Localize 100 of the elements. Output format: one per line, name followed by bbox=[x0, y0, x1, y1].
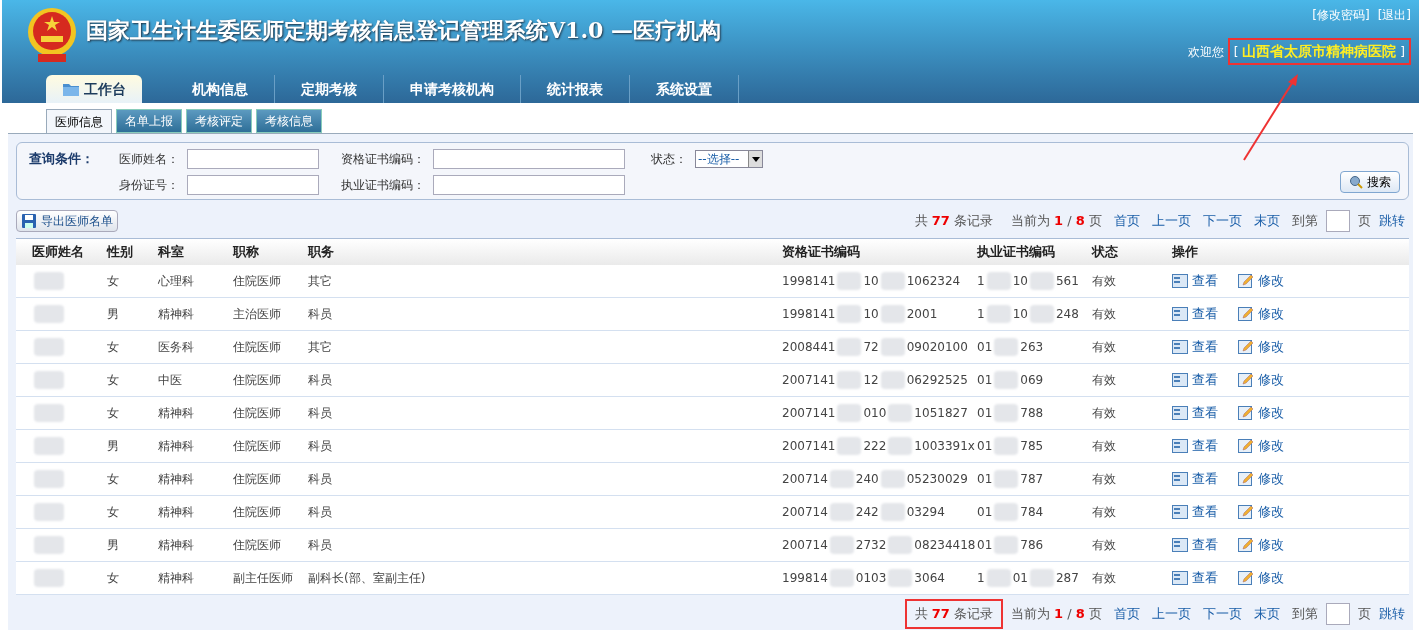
code-fragment: 1051827 bbox=[914, 405, 968, 422]
document-icon bbox=[1172, 538, 1188, 552]
table-cell-text: 男 bbox=[107, 438, 120, 455]
redaction-mark bbox=[888, 536, 913, 554]
view-link[interactable]: 查看 bbox=[1172, 271, 1218, 291]
redaction-mark bbox=[994, 404, 1019, 422]
edit-link[interactable]: 修改 bbox=[1238, 304, 1284, 324]
table-cell-text: 男 bbox=[107, 537, 120, 554]
bracket: ] bbox=[1400, 43, 1405, 61]
view-link[interactable]: 查看 bbox=[1172, 436, 1218, 456]
welcome-text: 欢迎您 bbox=[1187, 43, 1224, 61]
text-field[interactable] bbox=[433, 175, 625, 195]
table-cell-text: 精神科 bbox=[158, 438, 195, 455]
text-field[interactable] bbox=[433, 149, 625, 169]
nav-tab[interactable]: 机构信息 bbox=[166, 75, 275, 103]
code-fragment: 199814 bbox=[782, 570, 828, 587]
redaction-mark bbox=[34, 437, 64, 456]
nav-tab[interactable]: 定期考核 bbox=[275, 75, 384, 103]
edit-link[interactable]: 修改 bbox=[1238, 568, 1284, 588]
code-fragment: 12 bbox=[863, 372, 879, 389]
table-cell-text: 女 bbox=[107, 570, 120, 587]
table-cell-text: 有效 bbox=[1092, 306, 1117, 323]
goto-label: 到第 bbox=[1292, 605, 1318, 623]
edit-link[interactable]: 修改 bbox=[1238, 469, 1284, 489]
redaction-mark bbox=[34, 503, 64, 522]
table-cell-text: 科员 bbox=[308, 504, 333, 521]
redaction-mark bbox=[829, 503, 854, 521]
code-fragment: 10 bbox=[863, 306, 879, 323]
table-cell-text: 有效 bbox=[1092, 570, 1117, 587]
search-icon bbox=[1349, 175, 1363, 189]
page-input[interactable] bbox=[1326, 602, 1350, 625]
pager-link[interactable]: 上一页 bbox=[1152, 211, 1191, 231]
dropdown-icon bbox=[748, 151, 762, 167]
nav-tab[interactable]: 系统设置 bbox=[630, 75, 739, 103]
pager-link[interactable]: 末页 bbox=[1254, 604, 1280, 624]
pager-link[interactable]: 下一页 bbox=[1203, 604, 1242, 624]
table-cell-text: 医务科 bbox=[158, 339, 195, 356]
code-fragment: 1 bbox=[977, 273, 985, 290]
text-field[interactable] bbox=[187, 175, 319, 195]
redaction-mark bbox=[880, 470, 905, 488]
text-field[interactable] bbox=[187, 149, 319, 169]
table-cell-text: 女 bbox=[107, 405, 120, 422]
code-fragment: 08234418 bbox=[914, 537, 976, 554]
redaction-mark bbox=[34, 404, 64, 423]
pager-link[interactable]: 下一页 bbox=[1203, 211, 1242, 231]
edit-link[interactable]: 修改 bbox=[1238, 271, 1284, 291]
edit-link[interactable]: 修改 bbox=[1238, 403, 1284, 423]
table-cell-text: 中医 bbox=[158, 372, 183, 389]
view-link[interactable]: 查看 bbox=[1172, 403, 1218, 423]
jump-link[interactable]: 跳转 bbox=[1379, 604, 1405, 624]
view-link[interactable]: 查看 bbox=[1172, 337, 1218, 357]
view-link[interactable]: 查看 bbox=[1172, 502, 1218, 522]
table-cell-text: 科员 bbox=[308, 438, 333, 455]
edit-link[interactable]: 修改 bbox=[1238, 337, 1284, 357]
pencil-icon bbox=[1238, 471, 1254, 487]
code-fragment: 2001 bbox=[906, 306, 938, 323]
hospital-name: 山西省太原市精神病医院 bbox=[1242, 42, 1397, 61]
page-input[interactable] bbox=[1326, 210, 1350, 232]
redaction-mark bbox=[837, 404, 862, 422]
view-link[interactable]: 查看 bbox=[1172, 370, 1218, 390]
pager-link[interactable]: 上一页 bbox=[1152, 604, 1191, 624]
pager-link[interactable]: 末页 bbox=[1254, 211, 1280, 231]
search-button[interactable]: 搜索 bbox=[1340, 171, 1400, 193]
view-link[interactable]: 查看 bbox=[1172, 304, 1218, 324]
column-header: 职称 bbox=[233, 243, 260, 262]
edit-link[interactable]: 修改 bbox=[1238, 436, 1284, 456]
sub-tab[interactable]: 医师信息 bbox=[46, 109, 112, 133]
nav-tab[interactable]: 申请考核机构 bbox=[384, 75, 521, 103]
view-link[interactable]: 查看 bbox=[1172, 535, 1218, 555]
sub-tab[interactable]: 名单上报 bbox=[116, 109, 182, 133]
field-label: 资格证书编码： bbox=[340, 151, 425, 168]
redaction-mark bbox=[994, 503, 1019, 521]
pager-link[interactable]: 首页 bbox=[1114, 211, 1140, 231]
table-cell-text: 科员 bbox=[308, 471, 333, 488]
sub-tab[interactable]: 考核评定 bbox=[186, 109, 252, 133]
redaction-mark bbox=[1029, 305, 1054, 323]
document-icon bbox=[1172, 307, 1188, 321]
edit-link[interactable]: 修改 bbox=[1238, 502, 1284, 522]
export-button[interactable]: 导出医师名单 bbox=[16, 210, 118, 232]
pager-link[interactable]: 首页 bbox=[1114, 604, 1140, 624]
edit-link[interactable]: 修改 bbox=[1238, 370, 1284, 390]
document-icon bbox=[1172, 505, 1188, 519]
code-fragment: 1998141 bbox=[782, 273, 836, 290]
code-fragment: 10 bbox=[863, 273, 879, 290]
table-cell-text: 住院医师 bbox=[233, 405, 282, 422]
column-header: 性别 bbox=[107, 243, 134, 262]
table-cell-text: 男 bbox=[107, 306, 120, 323]
pencil-icon bbox=[1238, 372, 1254, 388]
status-select[interactable]: --选择-- bbox=[695, 150, 763, 168]
edit-link[interactable]: 修改 bbox=[1238, 535, 1284, 555]
table-cell-text: 其它 bbox=[308, 273, 333, 290]
jump-link[interactable]: 跳转 bbox=[1379, 211, 1405, 231]
nav-tab[interactable]: 工作台 bbox=[46, 75, 142, 103]
view-link[interactable]: 查看 bbox=[1172, 469, 1218, 489]
nav-tab[interactable]: 统计报表 bbox=[521, 75, 630, 103]
table-cell-text: 女 bbox=[107, 504, 120, 521]
sub-tab[interactable]: 考核信息 bbox=[256, 109, 322, 133]
table-cell-text: 住院医师 bbox=[233, 273, 282, 290]
bracket: [ bbox=[1233, 43, 1239, 61]
view-link[interactable]: 查看 bbox=[1172, 568, 1218, 588]
